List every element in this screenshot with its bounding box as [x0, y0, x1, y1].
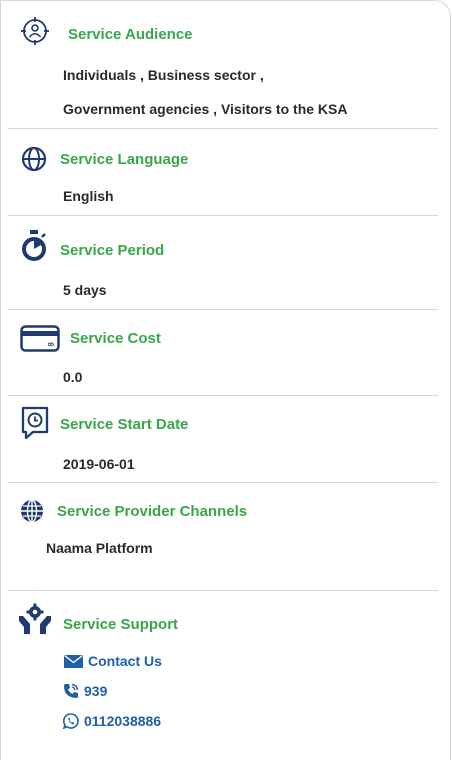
divider	[8, 215, 438, 216]
audience-target-icon	[21, 17, 49, 45]
service-language-title: Service Language	[60, 151, 189, 168]
phone-link[interactable]: 939	[63, 683, 107, 699]
service-audience-title: Service Audience	[68, 26, 193, 43]
divider	[8, 128, 438, 129]
service-language-value: English	[63, 188, 114, 204]
service-provider-channels-title: Service Provider Channels	[57, 503, 248, 520]
service-provider-channels-value: Naama Platform	[46, 540, 153, 556]
support-gear-hands-icon	[19, 603, 51, 634]
service-period-value: 5 days	[63, 282, 107, 298]
clock-bubble-icon	[21, 406, 49, 440]
stopwatch-icon	[22, 230, 46, 261]
phone-icon	[64, 683, 79, 698]
globe-channels-icon	[21, 499, 43, 523]
service-support-title: Service Support	[63, 616, 179, 633]
contact-us-link[interactable]: Contact Us	[64, 653, 162, 669]
divider	[8, 395, 438, 396]
service-start-date-title: Service Start Date	[60, 416, 189, 433]
divider	[8, 590, 438, 591]
contact-us-label: Contact Us	[88, 653, 162, 669]
phone-number: 939	[84, 683, 108, 699]
globe-icon	[21, 146, 47, 172]
whatsapp-link[interactable]: 0112038886	[63, 713, 161, 729]
whatsapp-number: 0112038886	[84, 713, 162, 729]
service-period-title: Service Period	[60, 242, 165, 259]
service-cost-title: Service Cost	[70, 330, 161, 347]
whatsapp-icon	[63, 713, 79, 729]
envelope-icon	[64, 654, 83, 668]
divider	[8, 482, 438, 483]
service-cost-value: 0.0	[63, 369, 83, 385]
service-start-date-value: 2019-06-01	[63, 456, 135, 472]
divider	[8, 309, 438, 310]
service-audience-line-2: Government agencies , Visitors to the KS…	[63, 101, 348, 117]
service-audience-line-1: Individuals , Business sector ,	[63, 67, 264, 83]
svg-text:∞: ∞	[47, 340, 55, 350]
credit-card-icon: ∞	[20, 325, 60, 352]
